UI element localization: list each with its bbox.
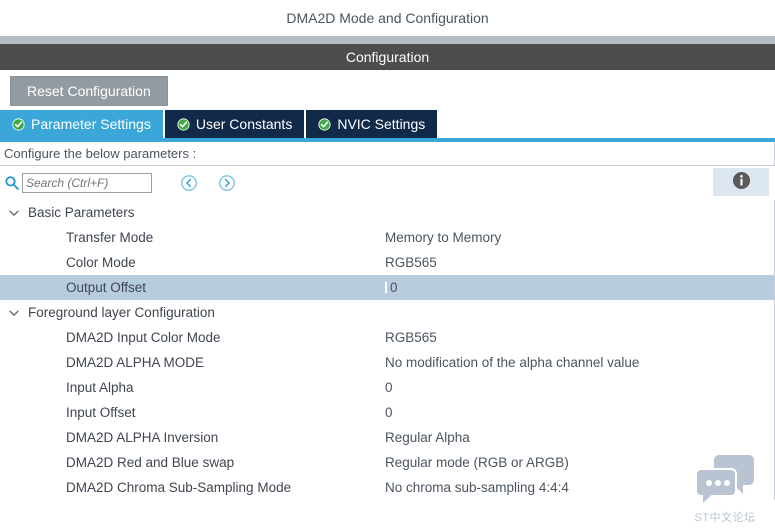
- chevron-down-icon[interactable]: [8, 307, 20, 319]
- param-value[interactable]: 0: [385, 405, 774, 420]
- param-value[interactable]: Regular Alpha: [385, 430, 774, 445]
- tab-user-constants[interactable]: User Constants: [164, 110, 307, 138]
- param-name: Input Alpha: [66, 380, 134, 395]
- table-row[interactable]: Output Offset 0: [0, 275, 774, 300]
- table-row[interactable]: DMA2D Red and Blue swap Regular mode (RG…: [0, 450, 774, 475]
- param-name: Output Offset: [66, 280, 147, 295]
- group-label: Basic Parameters: [28, 205, 135, 220]
- group-header-basic-parameters[interactable]: Basic Parameters: [0, 200, 774, 225]
- table-row[interactable]: Input Offset 0: [0, 400, 774, 425]
- param-name: DMA2D ALPHA Inversion: [66, 430, 219, 445]
- param-name: Color Mode: [66, 255, 136, 270]
- table-row[interactable]: DMA2D ALPHA MODE No modification of the …: [0, 350, 774, 375]
- tab-nvic-settings[interactable]: NVIC Settings: [306, 110, 440, 138]
- chevron-down-icon[interactable]: [8, 207, 20, 219]
- parameter-table: Basic Parameters Transfer Mode Memory to…: [0, 200, 775, 500]
- param-value[interactable]: No modification of the alpha channel val…: [385, 355, 774, 370]
- table-row[interactable]: Color Mode RGB565: [0, 250, 774, 275]
- table-row[interactable]: Transfer Mode Memory to Memory: [0, 225, 774, 250]
- chevron-right-circle-icon[interactable]: [218, 174, 236, 192]
- group-label: Foreground layer Configuration: [28, 305, 215, 320]
- param-value[interactable]: Regular mode (RGB or ARGB): [385, 455, 774, 470]
- info-button[interactable]: [713, 168, 769, 196]
- param-name: DMA2D Chroma Sub-Sampling Mode: [66, 480, 292, 495]
- table-row[interactable]: DMA2D Input Color Mode RGB565: [0, 325, 774, 350]
- reset-configuration-button[interactable]: Reset Configuration: [10, 76, 168, 106]
- info-icon: [732, 171, 751, 193]
- table-row[interactable]: DMA2D ALPHA Inversion Regular Alpha: [0, 425, 774, 450]
- green-check-icon: [12, 117, 25, 131]
- configure-hint: Configure the below parameters :: [0, 142, 775, 166]
- param-value[interactable]: No chroma sub-sampling 4:4:4: [385, 480, 774, 495]
- param-value[interactable]: Memory to Memory: [385, 230, 774, 245]
- group-header-foreground-layer-configuration[interactable]: Foreground layer Configuration: [0, 300, 774, 325]
- param-name: DMA2D ALPHA MODE: [66, 355, 205, 370]
- watermark-text: ST中文论坛: [694, 512, 756, 524]
- chevron-left-circle-icon[interactable]: [180, 174, 198, 192]
- title-separator: [0, 36, 775, 44]
- param-name: DMA2D Input Color Mode: [66, 330, 221, 345]
- param-value-editor[interactable]: 0: [385, 280, 774, 295]
- table-row[interactable]: Input Alpha 0: [0, 375, 774, 400]
- table-row[interactable]: DMA2D Chroma Sub-Sampling Mode No chroma…: [0, 475, 774, 500]
- search-input[interactable]: [22, 173, 152, 193]
- tab-label: Parameter Settings: [31, 116, 151, 132]
- search-toolbar: [0, 166, 775, 200]
- green-check-icon: [177, 117, 190, 131]
- configuration-header: Configuration: [0, 44, 775, 70]
- param-name: Transfer Mode: [66, 230, 154, 245]
- search-icon: [4, 175, 20, 191]
- toolbar: Reset Configuration: [0, 70, 775, 110]
- param-value[interactable]: RGB565: [385, 330, 774, 345]
- tab-parameter-settings[interactable]: Parameter Settings: [0, 110, 165, 138]
- tab-strip: Parameter Settings User Constants NVIC S…: [0, 110, 775, 138]
- page-title: DMA2D Mode and Configuration: [0, 0, 775, 36]
- param-name: Input Offset: [66, 405, 136, 420]
- param-name: DMA2D Red and Blue swap: [66, 455, 235, 470]
- tab-label: NVIC Settings: [337, 116, 426, 132]
- param-value[interactable]: 0: [385, 380, 774, 395]
- tab-label: User Constants: [195, 116, 293, 132]
- param-value[interactable]: RGB565: [385, 255, 774, 270]
- green-check-icon: [318, 117, 331, 131]
